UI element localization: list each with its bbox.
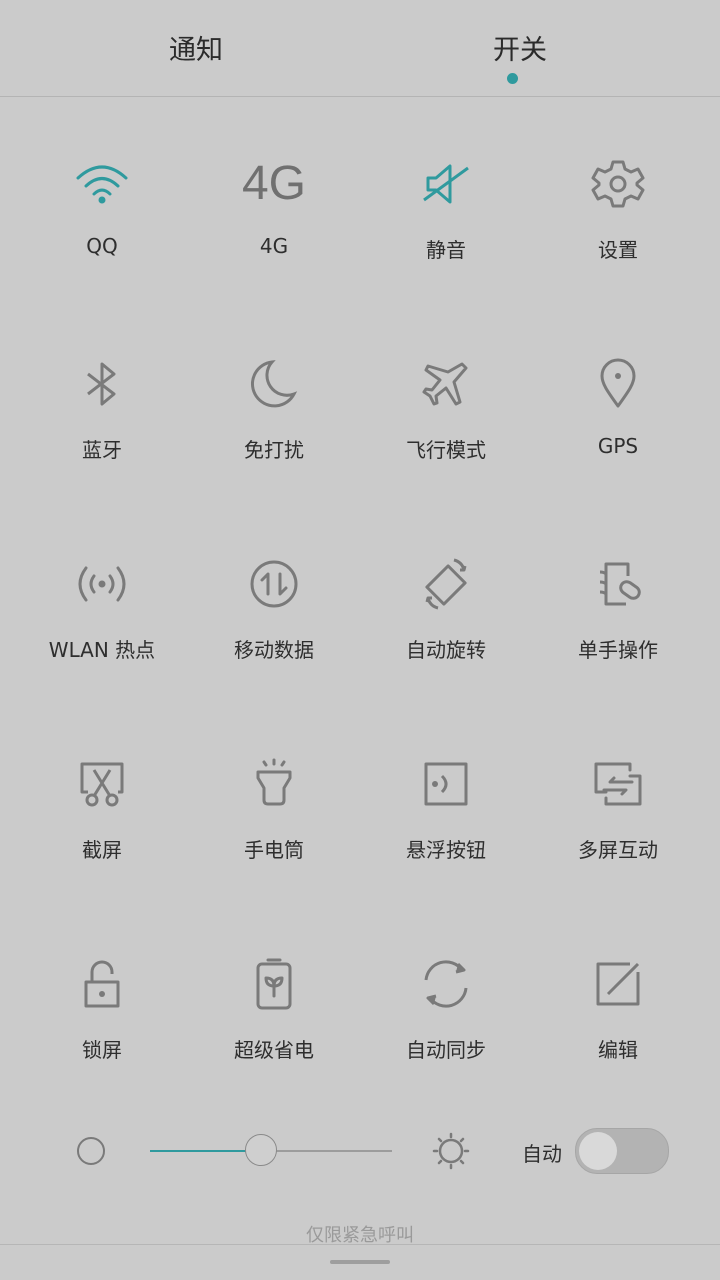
- 4g-icon: 4G: [241, 157, 307, 210]
- tile-qq[interactable]: QQ: [16, 96, 188, 258]
- airplane-icon: [418, 356, 474, 412]
- battery-saver-icon: [246, 956, 302, 1012]
- tile-label: 截屏: [82, 838, 122, 862]
- mobile-data-icon: [246, 556, 302, 612]
- flashlight-icon: [246, 756, 302, 812]
- tile-label: WLAN 热点: [48, 638, 156, 662]
- tile-label: 编辑: [598, 1038, 638, 1062]
- tab-bar: 通知 开关: [0, 0, 720, 97]
- tile-label: 移动数据: [234, 638, 314, 662]
- wifi-icon: [74, 156, 130, 212]
- hotspot-icon: [74, 556, 130, 612]
- toggle-knob: [579, 1132, 617, 1170]
- tile-mute[interactable]: 静音: [360, 96, 532, 262]
- tile-multi-screen[interactable]: 多屏互动: [532, 696, 704, 862]
- tile-label: 手电筒: [244, 838, 304, 862]
- tile-mobile-data[interactable]: 移动数据: [188, 496, 360, 662]
- tile-one-hand-mode[interactable]: 单手操作: [532, 496, 704, 662]
- mute-icon: [418, 156, 474, 212]
- brightness-low-icon: [77, 1137, 105, 1165]
- auto-brightness-toggle[interactable]: [575, 1128, 669, 1174]
- tile-floating-button[interactable]: 悬浮按钮: [360, 696, 532, 862]
- brightness-slider[interactable]: [150, 1134, 392, 1166]
- moon-icon: [246, 356, 302, 412]
- tile-edit[interactable]: 编辑: [532, 896, 704, 1062]
- tile-label: 超级省电: [234, 1038, 314, 1062]
- tile-auto-sync[interactable]: 自动同步: [360, 896, 532, 1062]
- edit-icon: [590, 956, 646, 1012]
- brightness-bar: 自动: [0, 1120, 720, 1180]
- floating-button-icon: [418, 756, 474, 812]
- tile-do-not-disturb[interactable]: 免打扰: [188, 296, 360, 462]
- bluetooth-icon: [74, 356, 130, 412]
- tile-gps[interactable]: GPS: [532, 296, 704, 458]
- tile-label: 静音: [426, 238, 466, 262]
- location-pin-icon: [590, 356, 646, 412]
- tile-lock-screen[interactable]: 锁屏: [16, 896, 188, 1062]
- tile-label: 免打扰: [244, 438, 304, 462]
- tile-label: 单手操作: [578, 638, 658, 662]
- tile-label: 4G: [259, 234, 289, 258]
- rotate-icon: [418, 556, 474, 612]
- tile-4g[interactable]: 4G 4G: [188, 96, 360, 258]
- lock-icon: [74, 956, 130, 1012]
- bottom-divider: [0, 1244, 720, 1245]
- tile-label: QQ: [86, 234, 118, 258]
- tile-label: 飞行模式: [406, 438, 486, 462]
- active-tab-indicator: [507, 73, 518, 84]
- brightness-slider-thumb[interactable]: [245, 1134, 278, 1166]
- tile-wlan-hotspot[interactable]: WLAN 热点: [16, 496, 188, 662]
- tile-super-power-saving[interactable]: 超级省电: [188, 896, 360, 1062]
- sync-icon: [418, 956, 474, 1012]
- auto-brightness-label: 自动: [522, 1142, 562, 1166]
- one-hand-icon: [590, 556, 646, 612]
- tile-label: 设置: [598, 238, 638, 262]
- tile-airplane-mode[interactable]: 飞行模式: [360, 296, 532, 462]
- tile-label: 自动同步: [406, 1038, 486, 1062]
- tile-settings[interactable]: 设置: [532, 96, 704, 262]
- tile-bluetooth[interactable]: 蓝牙: [16, 296, 188, 462]
- tile-flashlight[interactable]: 手电筒: [188, 696, 360, 862]
- tile-label: 锁屏: [82, 1038, 122, 1062]
- tile-label: 多屏互动: [578, 838, 658, 862]
- tile-label: GPS: [597, 434, 639, 458]
- drag-handle[interactable]: [330, 1260, 390, 1264]
- tile-label: 悬浮按钮: [406, 838, 486, 862]
- tile-auto-rotate[interactable]: 自动旋转: [360, 496, 532, 662]
- brightness-high-icon: [432, 1132, 470, 1170]
- tile-label: 蓝牙: [82, 438, 122, 462]
- tile-label: 自动旋转: [406, 638, 486, 662]
- tab-notifications[interactable]: 通知: [169, 28, 223, 67]
- tile-screenshot[interactable]: 截屏: [16, 696, 188, 862]
- gear-icon: [590, 156, 646, 212]
- screenshot-icon: [74, 756, 130, 812]
- tab-switches[interactable]: 开关: [493, 28, 547, 67]
- multi-screen-icon: [590, 756, 646, 812]
